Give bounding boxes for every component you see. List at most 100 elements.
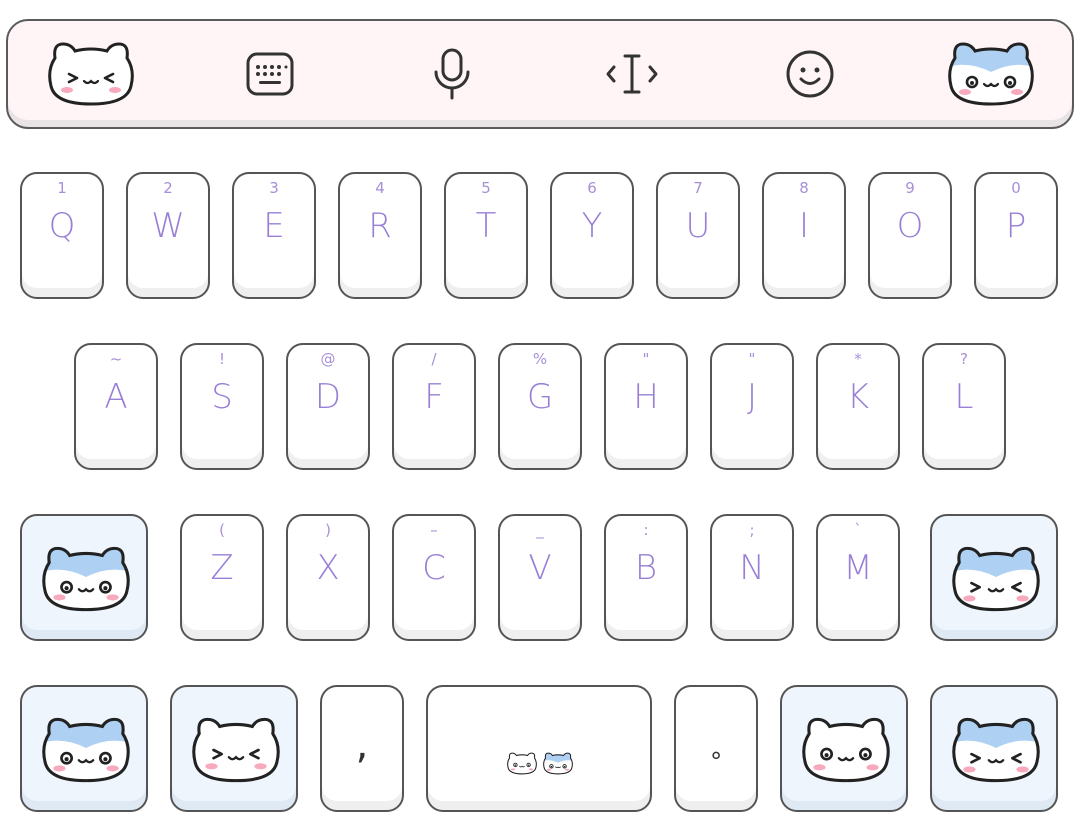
key-p[interactable]: 0P: [974, 172, 1058, 299]
smiley-icon[interactable]: [782, 21, 838, 127]
period-key[interactable]: ∘: [674, 685, 758, 812]
key-label: T: [475, 206, 497, 246]
key-hint: 6: [587, 179, 597, 197]
key-v[interactable]: _ V: [498, 514, 582, 641]
key-label: Y: [581, 206, 603, 246]
key-label: U: [685, 206, 711, 246]
key-t[interactable]: 5T: [444, 172, 528, 299]
comma-key[interactable]: ,: [320, 685, 404, 812]
key-s[interactable]: ! S: [180, 343, 264, 470]
key-y[interactable]: 6Y: [550, 172, 634, 299]
key-hint: 5: [481, 179, 491, 197]
key-label: J: [746, 377, 758, 417]
key-h[interactable]: " H: [604, 343, 688, 470]
key-hint: 2: [163, 179, 173, 197]
key-c[interactable]: – C: [392, 514, 476, 641]
cat-face-blue-wink-icon: [949, 713, 1043, 787]
key-w[interactable]: 2W: [126, 172, 210, 299]
keyboard-icon[interactable]: [242, 21, 298, 127]
key-label: Q: [48, 206, 76, 246]
key-j[interactable]: " J: [710, 343, 794, 470]
text-cursor-icon[interactable]: [604, 21, 660, 127]
cat-face-blue-icon: [542, 751, 574, 776]
key-hint: 4: [375, 179, 385, 197]
key-hint: 7: [693, 179, 703, 197]
key-z[interactable]: (Z: [180, 514, 264, 641]
key-hint: !: [218, 350, 225, 368]
cat-face-white-icon[interactable]: [44, 21, 138, 127]
key-b[interactable]: :B: [604, 514, 688, 641]
key-hint: ": [748, 350, 756, 368]
key-hint: `: [854, 521, 862, 539]
key-hint: ;: [749, 521, 755, 539]
cat-face-white-icon: [506, 751, 538, 776]
key-hint: ?: [960, 350, 968, 368]
key-label: R: [368, 206, 392, 246]
key-label: I: [798, 206, 810, 246]
key-label: ,: [355, 722, 369, 768]
key-hint: /: [431, 350, 437, 368]
space-bar[interactable]: [426, 685, 652, 812]
key-label: C: [422, 548, 446, 588]
key-hint: ": [642, 350, 650, 368]
key-k[interactable]: * K: [816, 343, 900, 470]
cat-face-blue-icon[interactable]: [944, 21, 1038, 127]
key-hint: *: [854, 350, 862, 368]
language-key[interactable]: [780, 685, 908, 812]
key-label: B: [634, 548, 658, 588]
key-label: Z: [210, 548, 234, 588]
key-m[interactable]: ` M: [816, 514, 900, 641]
backspace-key[interactable]: [930, 514, 1058, 641]
key-e[interactable]: 3E: [232, 172, 316, 299]
cat-face-blue-icon: [39, 713, 133, 787]
key-hint: 1: [57, 179, 67, 197]
key-hint: 3: [269, 179, 279, 197]
key-label: F: [424, 377, 444, 417]
key-hint: %: [532, 350, 548, 368]
microphone-icon[interactable]: [424, 21, 480, 127]
key-u[interactable]: 7U: [656, 172, 740, 299]
key-label: G: [526, 377, 554, 417]
key-label: V: [528, 548, 552, 588]
cat-face-white-icon: [799, 713, 893, 787]
key-hint: 9: [905, 179, 915, 197]
key-o[interactable]: 9O: [868, 172, 952, 299]
key-f[interactable]: / F: [392, 343, 476, 470]
key-r[interactable]: 4R: [338, 172, 422, 299]
key-label: L: [954, 377, 974, 417]
key-label: D: [314, 377, 342, 417]
key-g[interactable]: % G: [498, 343, 582, 470]
key-hint: –: [430, 521, 438, 539]
keyboard-toolbar: [6, 19, 1074, 129]
key-label: N: [739, 548, 765, 588]
key-label: P: [1005, 206, 1027, 246]
key-hint: ~: [109, 350, 123, 368]
key-l[interactable]: ? L: [922, 343, 1006, 470]
cat-face-blue-icon: [39, 542, 133, 616]
key-label: M: [843, 548, 873, 588]
key-a[interactable]: ~ A: [74, 343, 158, 470]
space-bar-logo: [506, 751, 574, 776]
cat-face-white-wink-icon: [189, 713, 283, 787]
enter-key[interactable]: [930, 685, 1058, 812]
shift-key[interactable]: [20, 514, 148, 641]
key-hint: :: [643, 521, 649, 539]
key-d[interactable]: @ D: [286, 343, 370, 470]
key-i[interactable]: 8I: [762, 172, 846, 299]
emoji-switch-key[interactable]: [170, 685, 298, 812]
cat-face-blue-wink-icon: [949, 542, 1043, 616]
key-label: X: [316, 548, 340, 588]
key-hint: _: [536, 521, 544, 539]
key-hint: ): [325, 521, 331, 539]
key-x[interactable]: ) X: [286, 514, 370, 641]
key-hint: 0: [1011, 179, 1021, 197]
key-n[interactable]: ; N: [710, 514, 794, 641]
key-label: W: [151, 206, 185, 246]
key-q[interactable]: 1Q: [20, 172, 104, 299]
key-label: ∘: [708, 741, 724, 769]
key-label: S: [211, 377, 233, 417]
number-switch-key[interactable]: [20, 685, 148, 812]
key-hint: @: [320, 350, 336, 368]
key-label: K: [846, 377, 870, 417]
key-label: A: [104, 377, 128, 417]
